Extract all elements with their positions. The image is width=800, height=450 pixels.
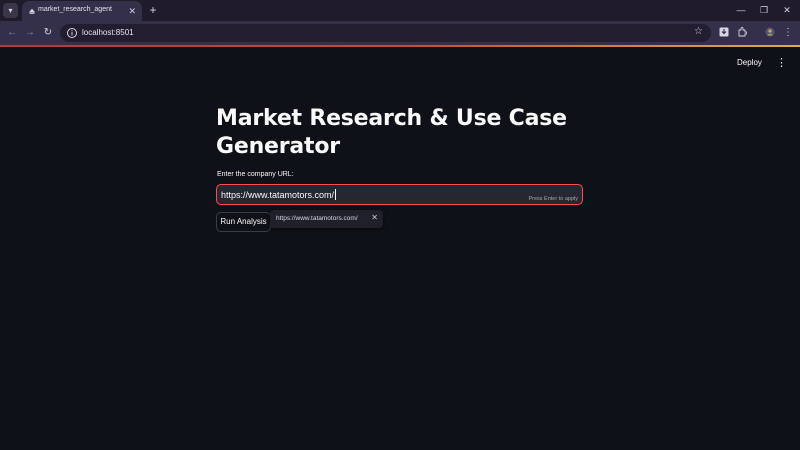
star-icon[interactable]: ☆: [694, 26, 703, 37]
close-icon[interactable]: ✕: [371, 213, 378, 222]
input-hint: Press Enter to apply: [528, 196, 578, 202]
arrow-left-icon[interactable]: ←: [4, 25, 20, 41]
chevron-down-icon[interactable]: ▾: [3, 3, 18, 18]
autofill-suggestion-text: https://www.tatamotors.com/: [276, 215, 358, 222]
text-caret: [335, 189, 337, 200]
tab-strip: ▾ market_research_agent ✕ + — ❐ ✕: [0, 0, 800, 21]
company-url-value: https://www.tatamotors.com/: [221, 189, 337, 200]
browser-window: ▾ market_research_agent ✕ + — ❐ ✕ ← → ↻ …: [0, 0, 800, 450]
app-main: Deploy ⋮ Market Research & Use Case Gene…: [0, 47, 800, 450]
address-text: localhost:8501: [82, 28, 134, 37]
close-icon[interactable]: ✕: [128, 4, 136, 18]
url-field-label: Enter the company URL:: [217, 171, 294, 178]
profile-icon[interactable]: [762, 25, 778, 41]
minimize-icon[interactable]: —: [730, 2, 752, 18]
autofill-suggestion[interactable]: https://www.tatamotors.com/ ✕: [270, 210, 383, 228]
arrow-right-icon[interactable]: →: [22, 25, 38, 41]
tab-title: market_research_agent: [38, 6, 112, 13]
download-icon[interactable]: [716, 25, 732, 41]
url-text: https://www.tatamotors.com/: [221, 190, 335, 200]
page-title: Market Research & Use Case Generator: [216, 106, 567, 159]
info-icon[interactable]: [66, 27, 78, 39]
restore-icon[interactable]: ❐: [753, 2, 775, 18]
menu-dots-icon[interactable]: ⋮: [780, 25, 796, 41]
company-url-input[interactable]: https://www.tatamotors.com/ Press Enter …: [216, 184, 583, 205]
browser-toolbar: ← → ↻ localhost:8501 ☆ ⋮: [0, 21, 800, 45]
close-icon[interactable]: ✕: [776, 2, 798, 18]
address-bar[interactable]: localhost:8501 ☆: [60, 24, 711, 42]
tab-market-research-agent[interactable]: market_research_agent ✕: [22, 1, 142, 21]
plus-icon[interactable]: +: [146, 2, 160, 18]
extensions-icon[interactable]: [734, 25, 750, 41]
streamlit-favicon: [28, 8, 36, 14]
vertical-dots-icon[interactable]: ⋮: [776, 56, 787, 70]
run-analysis-button[interactable]: Run Analysis: [216, 212, 271, 232]
reload-icon[interactable]: ↻: [40, 25, 56, 41]
deploy-button[interactable]: Deploy: [737, 58, 762, 67]
